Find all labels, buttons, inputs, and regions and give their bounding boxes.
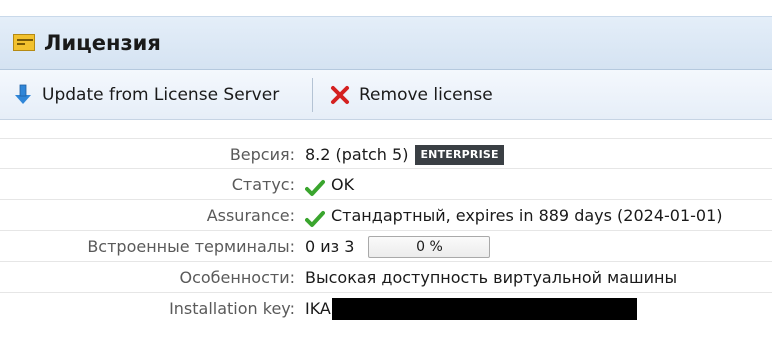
update-button-label: Update from License Server xyxy=(42,85,280,105)
installation-key-value: IKA xyxy=(305,299,331,318)
progress-text: 0 % xyxy=(416,238,443,255)
assurance-label: Assurance: xyxy=(206,206,295,225)
features-label: Особенности: xyxy=(179,268,295,287)
terminals-value: 0 из 3 xyxy=(305,237,355,256)
remove-button-label: Remove license xyxy=(359,85,493,105)
status-row: Статус: OK xyxy=(0,169,772,200)
version-value-group: 8.2 (patch 5) ENTERPRISE xyxy=(305,139,504,170)
red-x-icon xyxy=(330,84,350,106)
terminals-label: Встроенные терминалы: xyxy=(87,237,295,256)
toolbar: Update from License Server Remove licens… xyxy=(0,70,772,120)
assurance-value: Стандартный, expires in 889 days (2024-0… xyxy=(331,206,723,225)
check-icon xyxy=(305,176,325,196)
assurance-row: Assurance: Стандартный, expires in 889 d… xyxy=(0,200,772,231)
features-value: Высокая доступность виртуальной машины xyxy=(305,268,678,287)
installation-key-value-group: IKA xyxy=(305,293,637,324)
version-row: Версия: 8.2 (patch 5) ENTERPRISE xyxy=(0,138,772,169)
license-panel: Лицензия Update from License Server Remo… xyxy=(0,0,772,356)
edition-badge: ENTERPRISE xyxy=(415,144,504,165)
check-icon xyxy=(305,207,325,227)
version-label: Версия: xyxy=(229,145,295,164)
license-icon xyxy=(13,34,35,51)
terminals-progress-bar: 0 % xyxy=(368,235,491,258)
assurance-value-group: Стандартный, expires in 889 days (2024-0… xyxy=(305,200,723,231)
toolbar-separator xyxy=(312,78,313,112)
remove-license-button[interactable]: Remove license xyxy=(330,80,493,110)
panel-header: Лицензия xyxy=(0,16,772,70)
terminals-value-group: 0 из 3 0 % xyxy=(305,231,491,262)
installation-key-row: Installation key: IKA xyxy=(0,293,772,324)
status-label: Статус: xyxy=(231,175,295,194)
panel-title: Лицензия xyxy=(44,31,161,55)
update-from-license-server-button[interactable]: Update from License Server xyxy=(13,80,279,110)
version-value: 8.2 (patch 5) xyxy=(305,145,409,164)
features-row: Особенности: Высокая доступность виртуал… xyxy=(0,262,772,293)
redaction-box xyxy=(331,297,637,320)
status-value: OK xyxy=(331,175,355,194)
terminals-row: Встроенные терминалы: 0 из 3 0 % xyxy=(0,231,772,262)
status-value-group: OK xyxy=(305,169,354,200)
installation-key-label: Installation key: xyxy=(169,299,295,318)
arrow-down-icon xyxy=(13,84,33,106)
